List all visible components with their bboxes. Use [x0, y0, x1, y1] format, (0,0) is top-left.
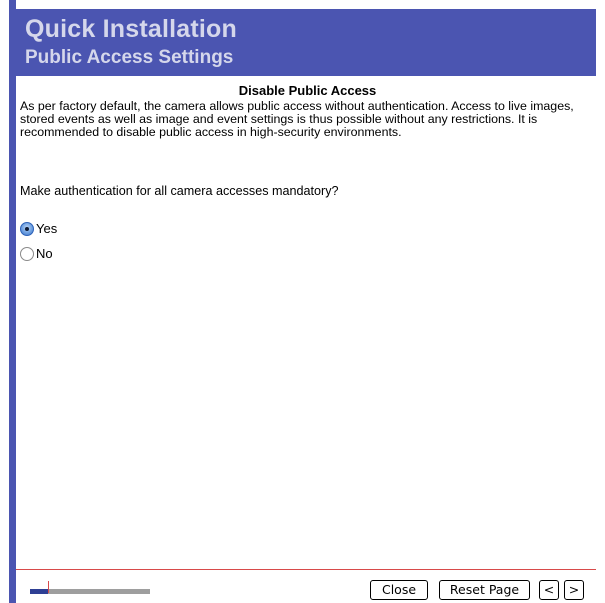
- description-text: As per factory default, the camera allow…: [20, 99, 574, 139]
- radio-no-icon[interactable]: [20, 246, 34, 261]
- close-button[interactable]: Close: [370, 580, 428, 600]
- wizard-content: Disable Public Access As per factory def…: [20, 83, 595, 261]
- left-accent-bar: [9, 0, 16, 603]
- footer-divider: [16, 569, 596, 570]
- page-subtitle: Public Access Settings: [25, 47, 234, 68]
- progress-marker: [48, 581, 49, 593]
- wizard-header: Quick Installation Public Access Setting…: [9, 9, 596, 76]
- option-no-label: No: [36, 246, 53, 261]
- section-title: Disable Public Access: [238, 83, 377, 98]
- option-no[interactable]: No: [20, 246, 53, 261]
- option-yes[interactable]: Yes: [20, 221, 57, 236]
- reset-page-button[interactable]: Reset Page: [439, 580, 530, 600]
- question-text: Make authentication for all camera acces…: [20, 184, 339, 198]
- radio-yes-icon[interactable]: [20, 221, 34, 236]
- wizard-window: Quick Installation Public Access Setting…: [0, 0, 605, 603]
- progress-fill: [30, 589, 48, 594]
- next-button[interactable]: >: [564, 580, 584, 600]
- previous-button[interactable]: <: [539, 580, 559, 600]
- option-yes-label: Yes: [36, 221, 58, 236]
- progress-bar: [30, 581, 150, 594]
- page-title: Quick Installation: [25, 15, 237, 43]
